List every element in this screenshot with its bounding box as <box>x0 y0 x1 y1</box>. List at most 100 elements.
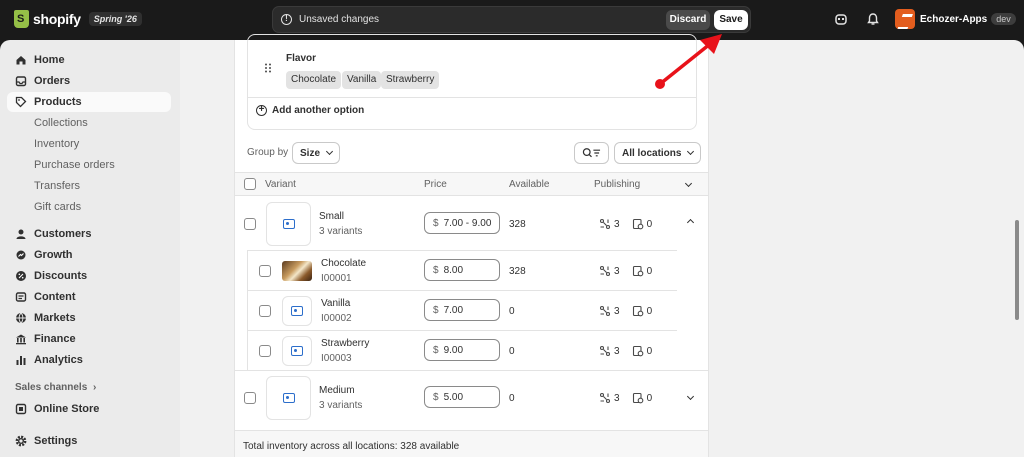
sidebar-item-orders[interactable]: Orders <box>7 71 171 91</box>
price-input[interactable]: $ 8.00 <box>424 259 500 281</box>
option-value-pill: Chocolate <box>286 71 342 89</box>
price-value: 7.00 - 9.00 <box>443 217 492 229</box>
price-input[interactable]: $ 9.00 <box>424 339 500 361</box>
sidebar-subitem-transfers[interactable]: Transfers <box>34 180 80 192</box>
row-divider <box>235 370 708 371</box>
group-by-label: Group by <box>247 147 289 158</box>
chevron-down-icon[interactable] <box>684 179 693 188</box>
sidebar-item-growth[interactable]: Growth <box>7 245 171 265</box>
sidekick-icon[interactable] <box>834 12 848 26</box>
sidebar-item-markets[interactable]: Markets <box>7 308 171 328</box>
drag-handle-icon[interactable] <box>264 63 272 73</box>
sidebar-item-label: Content <box>34 291 76 303</box>
shopify-bag-icon <box>14 10 29 28</box>
chart-bar-icon <box>15 354 27 366</box>
store-menu-button[interactable]: Echozer-Apps dev <box>895 9 1016 29</box>
locations-select[interactable]: All locations <box>614 142 702 164</box>
sales-channels-label: Sales channels <box>15 382 88 393</box>
price-value: 5.00 <box>443 391 464 403</box>
discount-icon <box>15 270 27 282</box>
sidebar-subitem-gift-cards[interactable]: Gift cards <box>34 201 81 213</box>
sidebar-subitem-collections[interactable]: Collections <box>34 117 88 129</box>
sidebar-item-label: Orders <box>34 75 71 87</box>
main-content: Flavor Chocolate Vanilla Strawberry + Ad… <box>180 34 1024 457</box>
add-another-option-button[interactable]: + Add another option <box>256 105 364 116</box>
catalogs-count: 0 <box>646 305 653 317</box>
sidebar-item-label: Markets <box>34 312 76 324</box>
row-checkbox[interactable] <box>259 345 271 357</box>
price-input[interactable]: $ 5.00 <box>424 386 500 408</box>
select-all-checkbox[interactable] <box>244 178 256 190</box>
divider <box>248 97 696 98</box>
shopify-logo[interactable]: shopify Spring '26 <box>14 10 142 28</box>
publishing-status[interactable]: 3 0 <box>599 345 652 357</box>
group-title[interactable]: Medium <box>319 385 355 396</box>
variants-card: Flavor Chocolate Vanilla Strawberry + Ad… <box>234 34 709 457</box>
catalog-icon <box>632 218 643 230</box>
publishing-status[interactable]: 3 0 <box>599 218 652 230</box>
group-title[interactable]: Small <box>319 211 344 222</box>
sidebar-item-online-store[interactable]: Online Store <box>7 399 171 419</box>
sidebar-item-finance[interactable]: Finance <box>7 329 171 349</box>
sidebar-item-customers[interactable]: Customers <box>7 224 171 244</box>
sidebar-item-discounts[interactable]: Discounts <box>7 266 171 286</box>
group-by-value: Size <box>300 147 321 159</box>
sidebar-item-content[interactable]: Content <box>7 287 171 307</box>
variant-title[interactable]: Chocolate <box>321 258 366 269</box>
publishing-status[interactable]: 3 0 <box>599 392 652 404</box>
sidebar-item-analytics[interactable]: Analytics <box>7 350 171 370</box>
publishing-status[interactable]: 3 0 <box>599 265 652 277</box>
sales-channels-heading[interactable]: Sales channels › <box>15 382 96 393</box>
sidebar: Home Orders Products Collections Invento… <box>0 40 180 457</box>
discard-button[interactable]: Discard <box>666 10 710 30</box>
sidebar-subitem-purchase-orders[interactable]: Purchase orders <box>34 159 115 171</box>
sidebar-item-label: Growth <box>34 249 73 261</box>
page-scrollbar[interactable] <box>1015 220 1019 320</box>
sidebar-item-settings[interactable]: Settings <box>7 431 171 451</box>
group-subtitle: 3 variants <box>319 226 363 237</box>
available-value: 0 <box>509 393 515 404</box>
channels-icon <box>599 345 611 357</box>
sidebar-item-home[interactable]: Home <box>7 50 171 70</box>
add-option-label: Add another option <box>272 105 365 116</box>
row-checkbox[interactable] <box>244 392 256 404</box>
store-logo-icon <box>895 9 915 29</box>
table-footer: Total inventory across all locations: 32… <box>235 430 708 457</box>
sidebar-item-label: Customers <box>34 228 92 240</box>
row-checkbox[interactable] <box>259 305 271 317</box>
variant-title[interactable]: Strawberry <box>321 338 369 349</box>
channels-icon <box>599 265 611 277</box>
chocolate-product-photo[interactable] <box>282 261 312 281</box>
save-button[interactable]: Save <box>714 10 748 30</box>
variant-title[interactable]: Vanilla <box>321 298 350 309</box>
catalog-icon <box>632 305 643 317</box>
channels-icon <box>599 305 611 317</box>
catalogs-count: 0 <box>646 392 653 404</box>
sidebar-item-label: Products <box>34 96 82 108</box>
sidebar-item-products[interactable]: Products <box>7 92 171 112</box>
option-name[interactable]: Flavor <box>286 53 316 64</box>
logo-text: shopify <box>33 11 81 27</box>
price-input[interactable]: $ 7.00 - 9.00 <box>424 212 500 234</box>
price-input[interactable]: $ 7.00 <box>424 299 500 321</box>
search-filter-button[interactable] <box>574 142 609 164</box>
row-checkbox[interactable] <box>244 218 256 230</box>
variant-image-placeholder[interactable] <box>266 376 311 420</box>
row-checkbox[interactable] <box>259 265 271 277</box>
group-by-select[interactable]: Size <box>292 142 341 164</box>
price-value: 9.00 <box>443 344 464 356</box>
chevron-up-icon[interactable] <box>686 218 695 227</box>
variant-image-placeholder[interactable] <box>282 296 312 326</box>
sidebar-item-label: Analytics <box>34 354 83 366</box>
variant-image-placeholder[interactable] <box>282 336 312 366</box>
column-header-price: Price <box>424 179 447 190</box>
sidebar-subitem-inventory[interactable]: Inventory <box>34 138 79 150</box>
sidebar-item-label: Online Store <box>34 403 100 415</box>
person-icon <box>15 228 27 240</box>
chevron-down-icon[interactable] <box>686 392 695 401</box>
plus-circle-icon: + <box>256 105 267 116</box>
publishing-status[interactable]: 3 0 <box>599 305 652 317</box>
bell-icon[interactable] <box>866 12 880 26</box>
variant-image-placeholder[interactable] <box>266 202 311 246</box>
channels-icon <box>599 218 611 230</box>
